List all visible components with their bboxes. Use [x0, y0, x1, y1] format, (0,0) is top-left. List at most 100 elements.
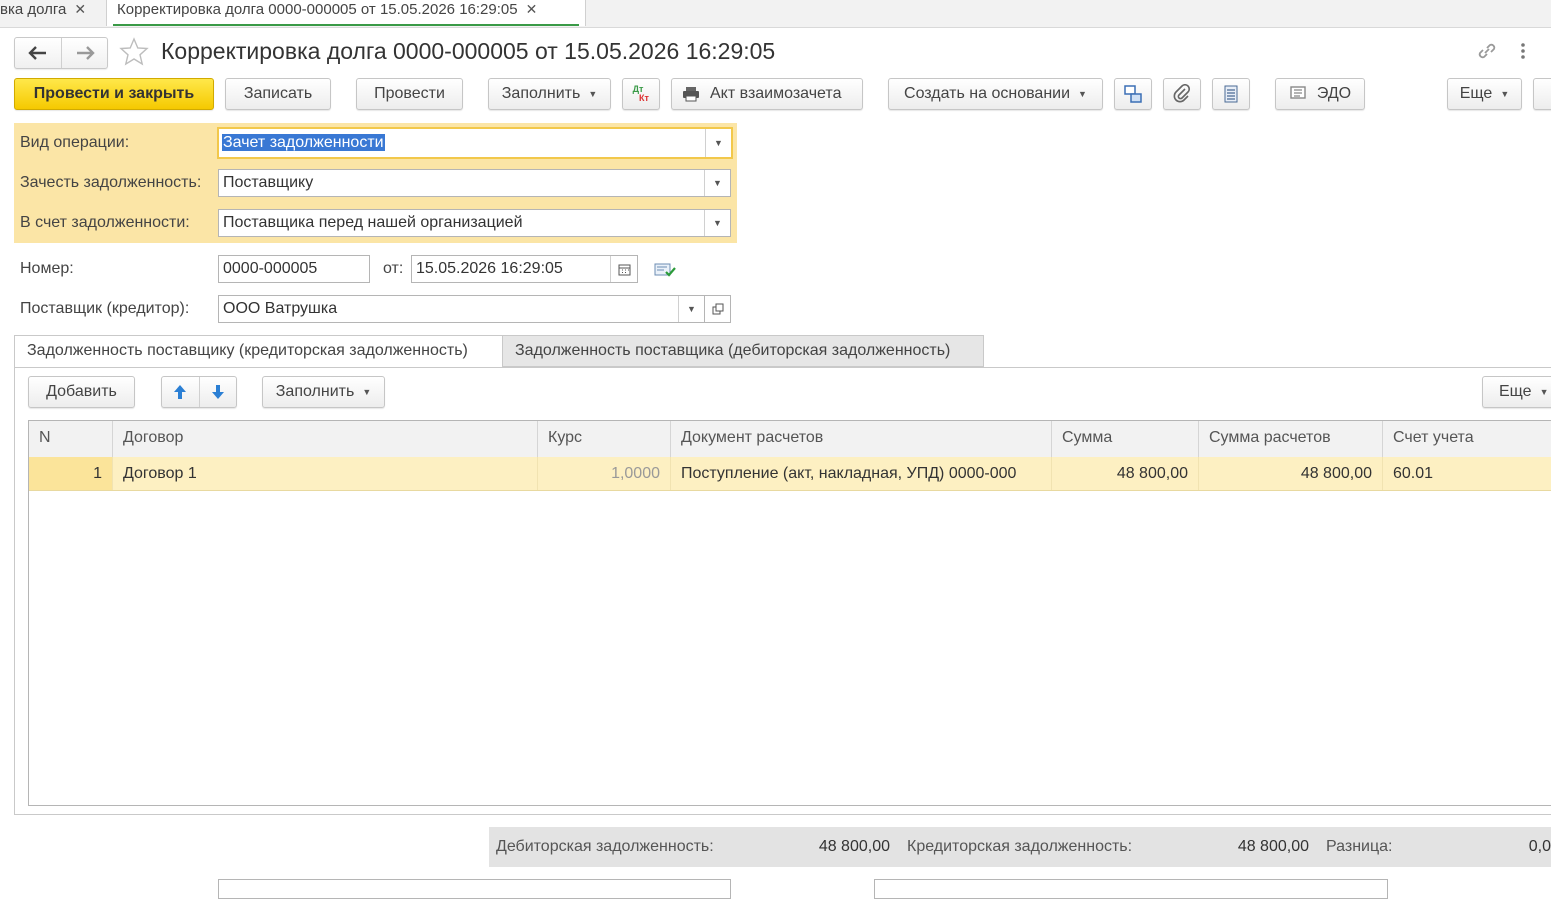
bottom-field-left[interactable] [218, 879, 731, 899]
close-icon[interactable]: ✕ [526, 1, 538, 17]
calendar-icon[interactable] [610, 256, 637, 282]
against-debt-label: В счет задолженности: [20, 214, 190, 231]
number-input[interactable]: 0000-000005 [218, 255, 370, 283]
caret-down-icon: ▼ [362, 387, 372, 397]
act-label: Акт взаимозачета [710, 85, 842, 102]
chevron-down-icon[interactable]: ▼ [705, 129, 731, 157]
tab-previous-label: вка долга [0, 1, 67, 18]
debit-total-value: 48 800,00 [818, 838, 890, 855]
add-row-button[interactable]: Добавить [28, 376, 135, 408]
save-button[interactable]: Записать [225, 78, 331, 110]
arrow-left-icon [27, 46, 46, 60]
cell-n[interactable]: 1 [29, 457, 113, 490]
edo-icon [1290, 86, 1306, 99]
move-buttons-group [161, 376, 237, 408]
column-header-amount[interactable]: Сумма [1052, 421, 1199, 457]
operation-type-label: Вид операции: [20, 134, 130, 151]
post-button[interactable]: Провести [356, 78, 463, 110]
fill-dropdown-button[interactable]: Заполнить ▼ [488, 78, 611, 110]
tab-supplier-debit-debt[interactable]: Задолженность поставщика (дебиторская за… [502, 335, 984, 367]
column-header-settlement-amount[interactable]: Сумма расчетов [1199, 421, 1383, 457]
cell-amount[interactable]: 48 800,00 [1052, 457, 1199, 490]
cell-settlement-amount[interactable]: 48 800,00 [1199, 457, 1383, 490]
edit-check-icon[interactable] [654, 261, 676, 279]
offset-debt-select[interactable]: Поставщику ▼ [218, 169, 731, 197]
bottom-field-right[interactable] [874, 879, 1388, 899]
date-value: 15.05.2026 16:29:05 [416, 260, 563, 277]
column-header-n[interactable]: N [29, 421, 113, 457]
document-structure-icon [1124, 85, 1142, 103]
open-window-icon [712, 303, 723, 315]
kt-label: Кт [639, 93, 649, 103]
cell-contract[interactable]: Договор 1 [113, 457, 538, 490]
offset-debt-value: Поставщику [223, 174, 314, 191]
list-button[interactable] [1212, 78, 1250, 110]
mutual-offset-act-button[interactable]: Акт взаимозачета [671, 78, 863, 110]
edo-button[interactable]: ЭДО [1275, 78, 1365, 110]
date-input[interactable]: 15.05.2026 16:29:05 [411, 255, 638, 283]
table-row[interactable]: 1 Договор 1 1,0000 Поступление (акт, нак… [29, 457, 1551, 491]
credit-total-label: Кредиторская задолженность: [907, 838, 1133, 855]
chevron-down-icon[interactable]: ▼ [678, 296, 704, 322]
cell-account[interactable]: 60.01 [1383, 457, 1551, 490]
chevron-down-icon[interactable]: ▼ [704, 210, 730, 236]
navigation-group [14, 37, 108, 69]
open-supplier-button[interactable] [704, 295, 731, 323]
totals-bar: Дебиторская задолженность: 48 800,00 Кре… [489, 827, 1551, 867]
cell-rate[interactable]: 1,0000 [538, 457, 671, 490]
star-icon[interactable] [119, 37, 149, 67]
list-icon [1224, 85, 1238, 103]
supplier-select[interactable]: ООО Ватрушка ▼ [218, 295, 705, 323]
column-header-rate[interactable]: Курс [538, 421, 671, 457]
credit-total-value: 48 800,00 [1237, 838, 1309, 855]
caret-down-icon: ▼ [1078, 89, 1087, 99]
link-icon[interactable] [1476, 41, 1498, 61]
cell-document[interactable]: Поступление (акт, накладная, УПД) 0000-0… [671, 457, 1052, 490]
arrow-up-icon [174, 385, 187, 399]
column-header-account[interactable]: Счет учета [1383, 421, 1551, 457]
operation-type-value: Зачет задолженности [222, 134, 385, 151]
edo-label: ЭДО [1316, 85, 1352, 102]
close-icon[interactable]: ✕ [74, 1, 86, 17]
number-label: Номер: [20, 260, 74, 277]
fill-label: Заполнить [501, 85, 581, 102]
debit-total-label: Дебиторская задолженность: [496, 838, 714, 855]
structure-button[interactable] [1114, 78, 1152, 110]
page-title: Корректировка долга 0000-000005 от 15.05… [161, 38, 776, 64]
against-debt-value: Поставщика перед нашей организацией [223, 214, 523, 231]
supplier-label: Поставщик (кредитор): [20, 300, 190, 317]
chevron-down-icon[interactable]: ▼ [704, 170, 730, 196]
tab-current[interactable]: Корректировка долга 0000-000005 от 15.05… [106, 0, 586, 26]
dt-kt-button[interactable]: Дт Кт [622, 78, 660, 110]
tab-previous[interactable]: вка долга ✕ [0, 0, 104, 26]
move-down-button[interactable] [200, 377, 237, 407]
attach-button[interactable] [1163, 78, 1201, 110]
window-tab-bar: вка долга ✕ Корректировка долга 0000-0000… [0, 0, 1551, 28]
caret-down-icon: ▼ [1539, 387, 1549, 397]
column-header-document[interactable]: Документ расчетов [671, 421, 1052, 457]
more-button[interactable]: Еще ▼ [1447, 78, 1522, 110]
debt-table[interactable]: N Договор Курс Документ расчетов Сумма С… [28, 420, 1551, 806]
caret-down-icon: ▼ [588, 89, 598, 99]
date-label: от: [383, 260, 404, 277]
post-and-close-button[interactable]: Провести и закрыть [14, 78, 214, 110]
more-vertical-icon[interactable] [1519, 42, 1527, 60]
against-debt-select[interactable]: Поставщика перед нашей организацией ▼ [218, 209, 731, 237]
forward-button[interactable] [61, 38, 107, 68]
create-based-on-button[interactable]: Создать на основании ▼ [888, 78, 1103, 110]
move-up-button[interactable] [162, 377, 200, 407]
back-button[interactable] [15, 38, 60, 68]
table-header: N Договор Курс Документ расчетов Сумма С… [29, 421, 1551, 458]
table-fill-button[interactable]: Заполнить ▼ [262, 376, 385, 408]
printer-icon [683, 87, 699, 102]
arrow-down-icon [211, 385, 224, 399]
table-more-label: Еще [1499, 383, 1532, 400]
dt-kt-icon: Дт Кт [633, 85, 649, 103]
tab-current-label: Корректировка долга 0000-000005 от 15.05… [117, 1, 518, 18]
column-header-contract[interactable]: Договор [113, 421, 538, 457]
help-button[interactable] [1533, 78, 1551, 110]
tab-supplier-credit-debt[interactable]: Задолженность поставщику (кредиторская з… [14, 335, 503, 368]
operation-type-select[interactable]: Зачет задолженности ▼ [217, 127, 733, 159]
table-more-button[interactable]: Еще ▼ [1482, 376, 1551, 408]
difference-label: Разница: [1326, 838, 1393, 855]
